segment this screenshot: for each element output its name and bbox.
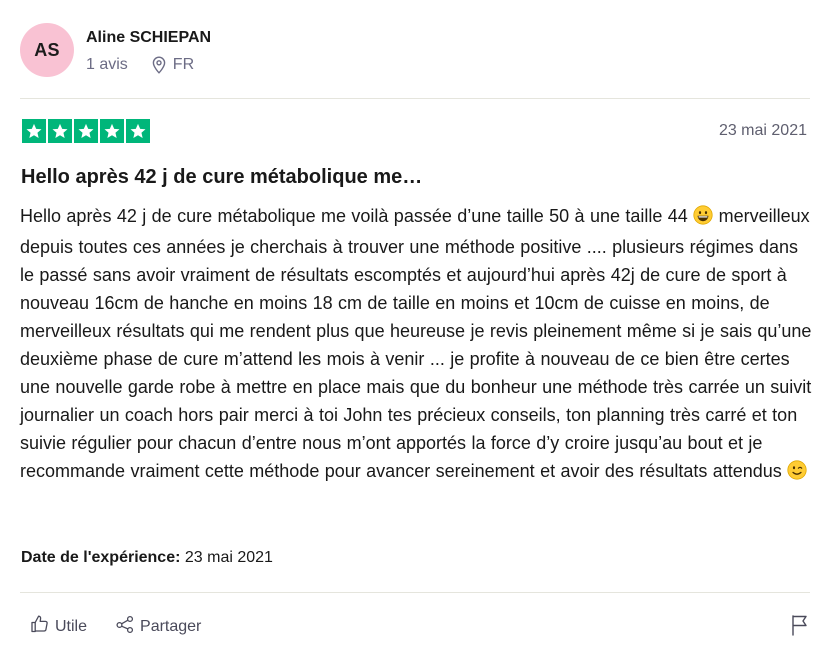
reviewer-country: FR xyxy=(172,55,195,73)
review-body-text-continued: merveilleux depuis toutes ces années je … xyxy=(20,206,812,481)
share-label: Partager xyxy=(140,617,202,635)
avatar[interactable]: AS xyxy=(20,23,74,77)
thumbs-up-icon xyxy=(30,614,55,639)
divider xyxy=(20,98,810,99)
review-title[interactable]: Hello après 42 j de cure métabolique me… xyxy=(21,166,422,189)
star-icon xyxy=(22,119,46,143)
reviewer-name[interactable]: Aline SCHIEPAN xyxy=(86,29,211,47)
winking-face-emoji xyxy=(787,460,807,488)
review-body: Hello après 42 j de cure métabolique me … xyxy=(20,202,815,488)
avatar-initials: AS xyxy=(34,39,60,60)
star-rating xyxy=(22,119,150,143)
share-icon xyxy=(115,614,140,639)
divider xyxy=(20,592,810,593)
experience-date-label: Date de l'expérience: xyxy=(21,549,181,566)
experience-date-value: 23 mai 2021 xyxy=(184,549,273,566)
report-flag-button[interactable] xyxy=(790,614,810,641)
review-actions: Utile Partager xyxy=(30,614,201,639)
useful-button[interactable]: Utile xyxy=(30,614,87,639)
review-date: 23 mai 2021 xyxy=(718,122,807,139)
star-icon xyxy=(126,119,150,143)
reviewer-meta: 1 avis FR xyxy=(86,56,211,74)
star-icon xyxy=(100,119,124,143)
flag-icon xyxy=(790,615,810,640)
experience-date: Date de l'expérience: 23 mai 2021 xyxy=(21,549,273,567)
location-pin-icon xyxy=(151,55,167,74)
star-icon xyxy=(74,119,98,143)
review-count: 1 avis xyxy=(86,55,128,73)
reviewer-header[interactable]: AS Aline SCHIEPAN 1 avis FR xyxy=(20,22,211,78)
grinning-face-emoji xyxy=(693,205,713,233)
review-card: AS Aline SCHIEPAN 1 avis FR 23 mai 2021 xyxy=(20,0,811,666)
useful-label: Utile xyxy=(55,617,88,635)
review-body-text: Hello après 42 j de cure métabolique me … xyxy=(20,206,694,226)
share-button[interactable]: Partager xyxy=(115,614,201,639)
star-icon xyxy=(48,119,72,143)
reviewer-info: Aline SCHIEPAN 1 avis FR xyxy=(86,27,211,74)
